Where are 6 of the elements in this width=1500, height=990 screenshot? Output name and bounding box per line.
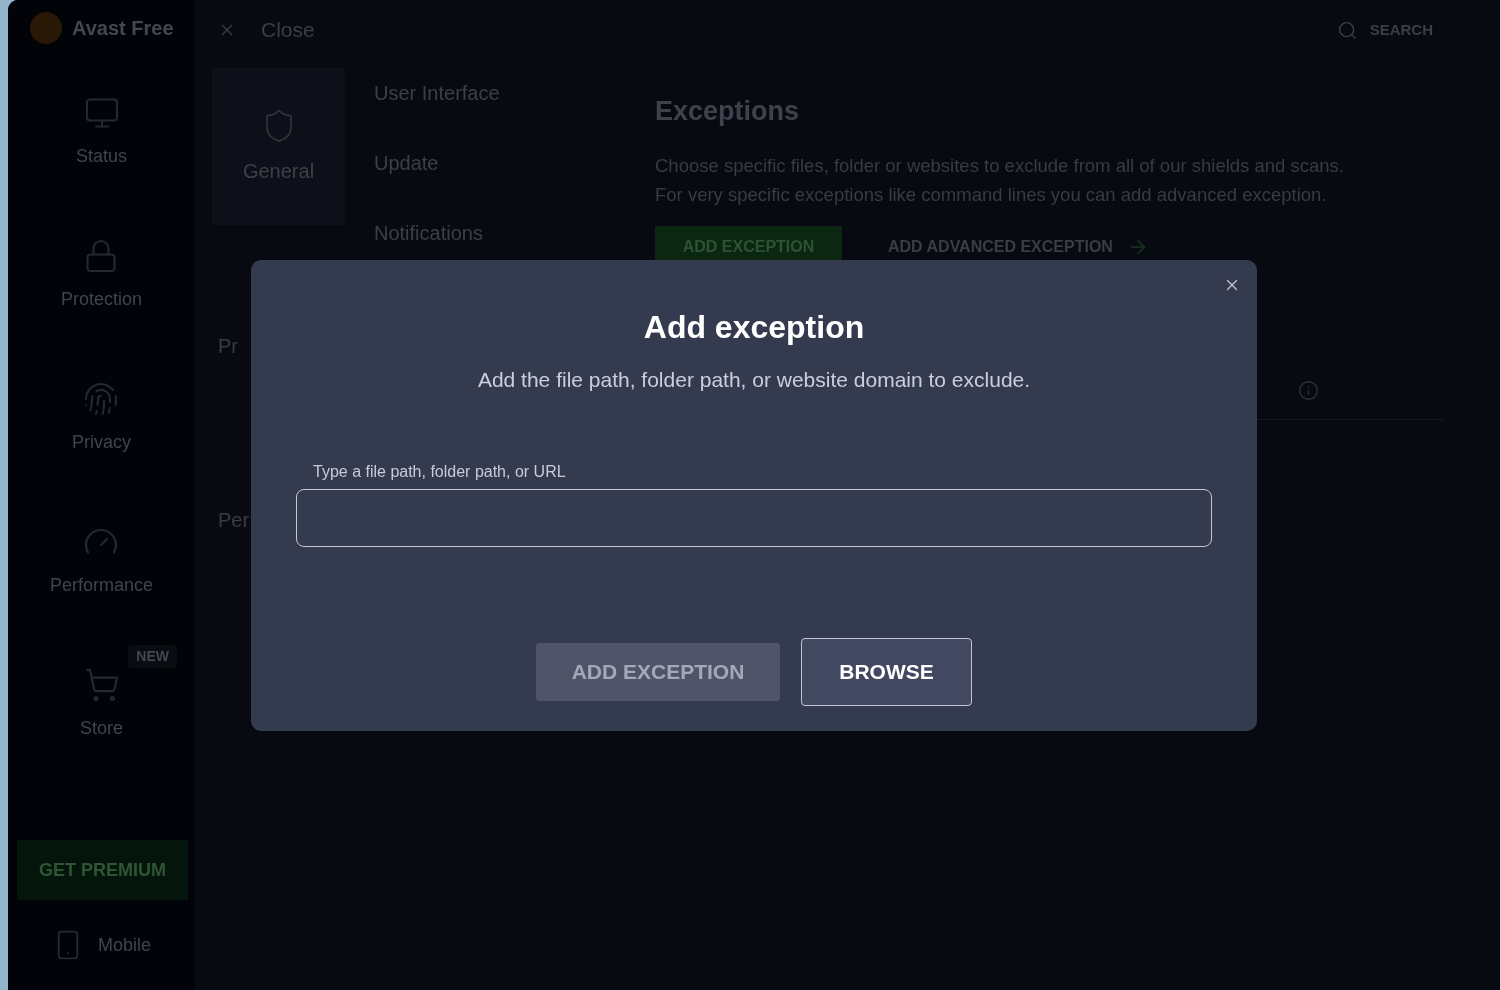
field-label: Type a file path, folder path, or URL [313, 462, 566, 482]
dialog-subtitle: Add the file path, folder path, or website domain to exclude. [477, 367, 1031, 393]
app-title: Avast Free [72, 16, 174, 41]
new-badge: NEW [128, 645, 177, 668]
section-heading: Exceptions [655, 95, 801, 127]
dialog-title: Add exception [643, 308, 865, 347]
